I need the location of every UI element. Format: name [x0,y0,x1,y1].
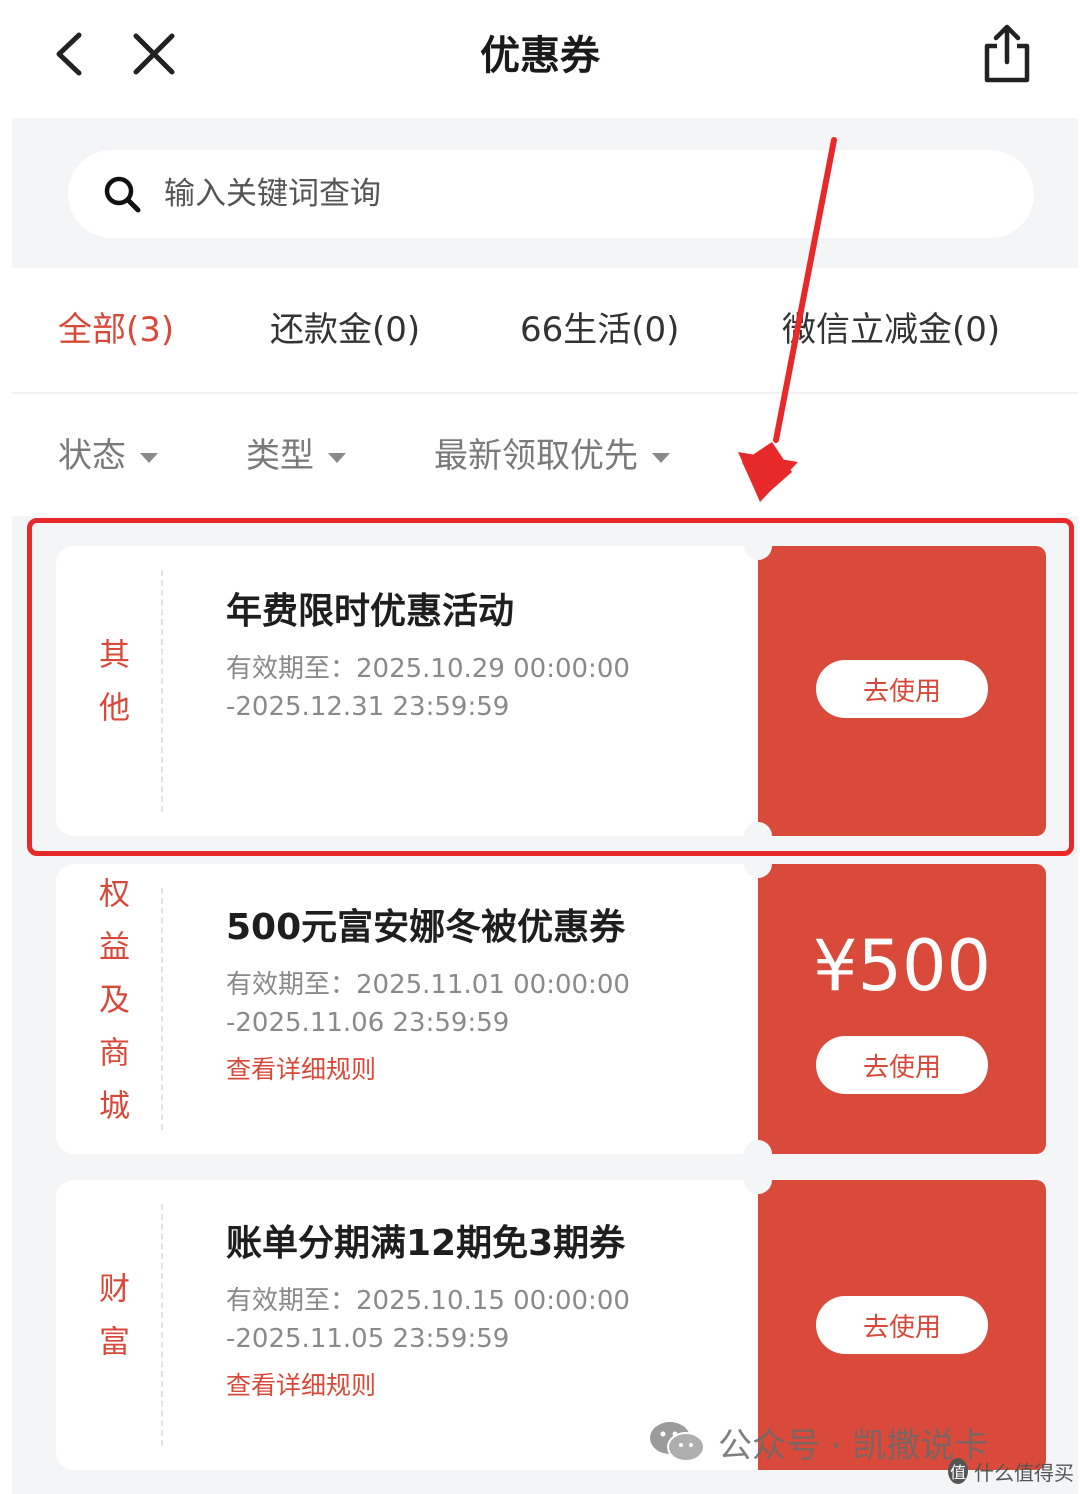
search-box[interactable] [68,150,1034,238]
page-title: 优惠券 [480,33,600,79]
tab-all[interactable]: 全部(3) [58,306,174,354]
close-icon [133,33,175,75]
search-icon [104,176,141,213]
dashed-divider [161,1204,163,1446]
tab-repayment[interactable]: 还款金(0) [270,306,420,354]
coupon-rules-link[interactable]: 查看详细规则 [226,1052,376,1088]
close-button[interactable] [124,22,184,86]
coupon-notch [744,1140,772,1168]
coupon-notch [744,1166,772,1194]
chevron-left-icon [56,32,82,76]
coupon-title: 500元富安娜冬被优惠券 [226,907,626,948]
use-coupon-button[interactable]: 去使用 [816,1296,988,1354]
site-badge-icon: 值 [948,1458,968,1484]
header-bar: 优惠券 [0,0,1080,118]
back-button[interactable] [40,22,96,86]
coupon-category: 财富 [93,1272,129,1378]
tab-wechat-discount[interactable]: 微信立减金(0) [782,306,1000,354]
coupon-validity-start: 有效期至：2025.11.01 00:00:00 [226,970,630,1000]
coupon-validity-end: -2025.11.05 23:59:59 [226,1324,510,1354]
highlight-box [27,518,1074,856]
coupon-page: 优惠券 全部(3) 还款金(0) 66生活(0) 微信立减金(0) 状态 [0,0,1080,1494]
filter-type-label: 类型 [246,436,314,476]
caret-down-icon [652,453,670,463]
coupon-body: 权益及商城 500元富安娜冬被优惠券 有效期至：2025.11.01 00:00… [56,864,758,1154]
coupon-rules-link[interactable]: 查看详细规则 [226,1368,376,1404]
filter-sort[interactable]: 最新领取优先 [434,432,670,480]
caret-down-icon [140,453,158,463]
category-tabs: 全部(3) 还款金(0) 66生活(0) 微信立减金(0) [12,268,1078,394]
coupon-category: 权益及商城 [93,876,129,1142]
search-area [12,118,1078,268]
filter-row: 状态 类型 最新领取优先 [12,396,1078,516]
site-name: 什么值得买 [974,1460,1074,1485]
share-button[interactable] [972,18,1042,90]
site-watermark: 值 什么值得买 [948,1452,1074,1490]
coupon-card[interactable]: 权益及商城 500元富安娜冬被优惠券 有效期至：2025.11.01 00:00… [56,850,1046,1168]
use-coupon-button[interactable]: 去使用 [816,1036,988,1094]
coupon-validity-end: -2025.11.06 23:59:59 [226,1008,510,1038]
filter-status[interactable]: 状态 [58,432,158,480]
dashed-divider [161,888,163,1130]
coupon-validity-start: 有效期至：2025.10.15 00:00:00 [226,1286,630,1316]
coupon-action-panel: ¥500 去使用 [758,864,1046,1154]
coupon-amount: ¥500 [812,925,992,1007]
share-icon [984,24,1030,83]
tab-66-life[interactable]: 66生活(0) [520,306,679,354]
filter-type[interactable]: 类型 [246,432,346,480]
caret-down-icon [328,453,346,463]
filter-sort-label: 最新领取优先 [434,436,638,476]
coupon-title: 账单分期满12期免3期券 [226,1223,626,1264]
wechat-icon [650,1422,705,1462]
filter-status-label: 状态 [58,436,126,476]
search-input[interactable] [164,176,924,212]
